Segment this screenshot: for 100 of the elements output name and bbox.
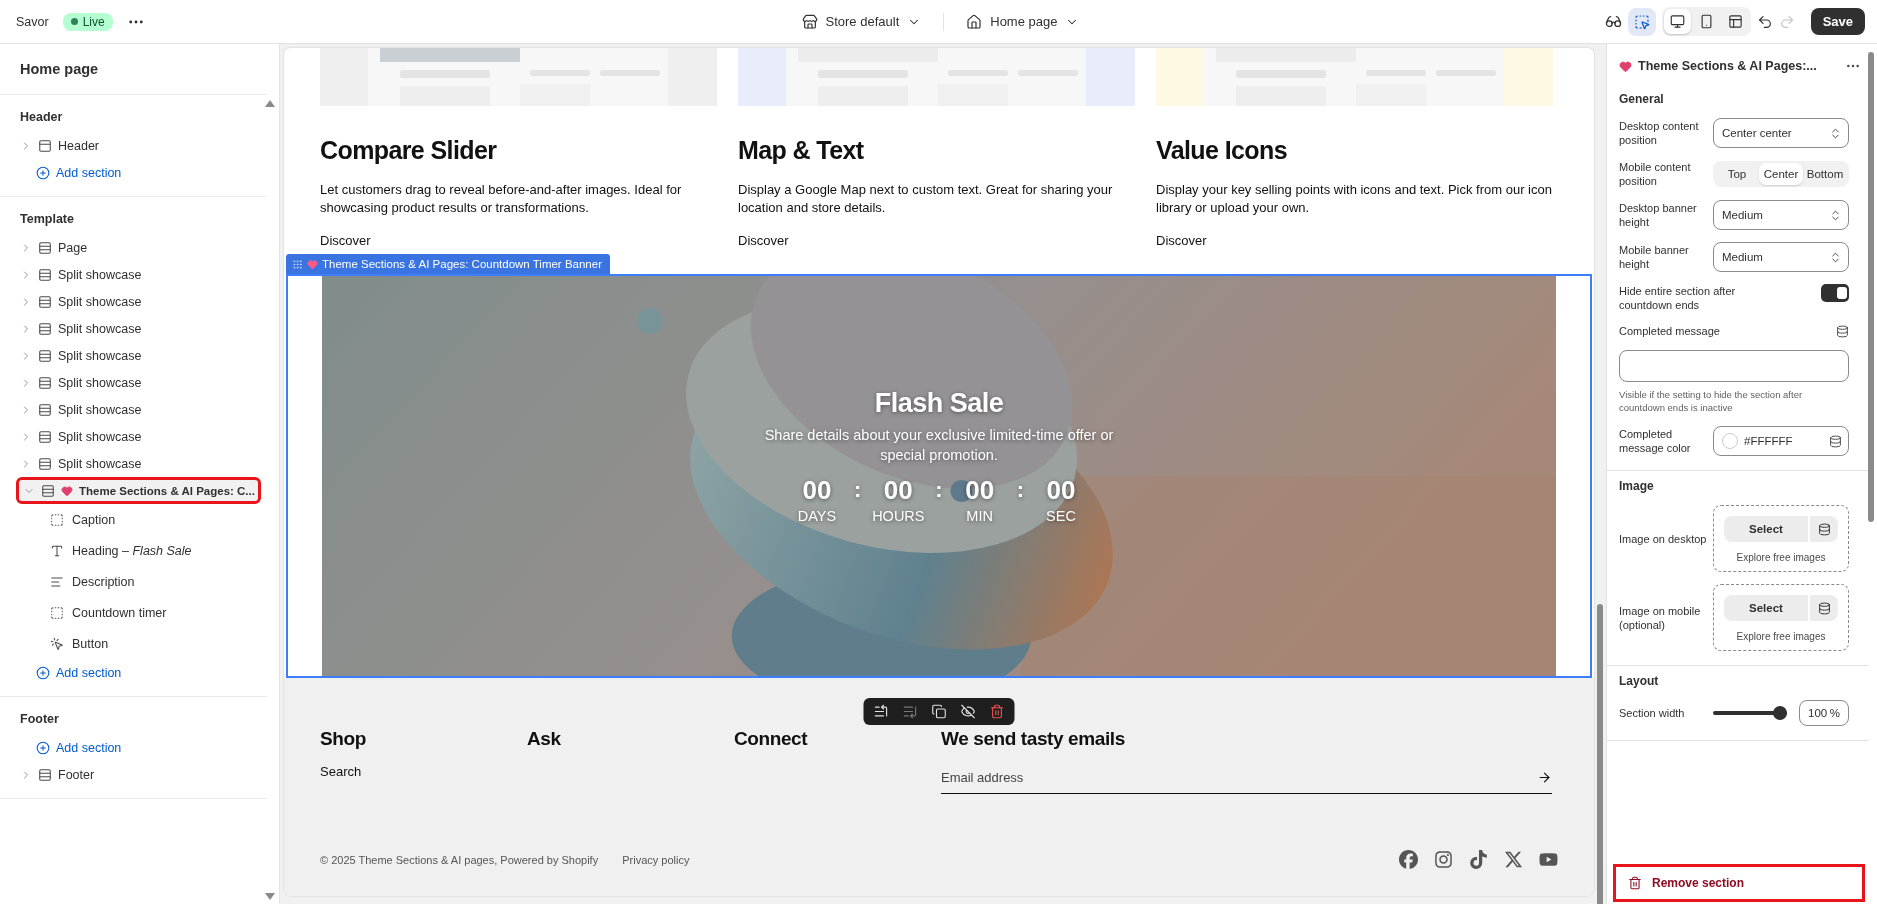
database-button[interactable] xyxy=(1810,595,1838,621)
group-heading: General xyxy=(1619,92,1665,106)
field-label: Image on desktop xyxy=(1619,531,1707,546)
remove-section-button[interactable]: Remove section xyxy=(1613,864,1865,902)
facebook-icon[interactable] xyxy=(1399,850,1418,869)
section-icon xyxy=(38,767,52,782)
move-up-icon[interactable] xyxy=(873,704,889,719)
glasses-icon[interactable] xyxy=(1604,13,1622,30)
discover-link[interactable]: Discover xyxy=(320,233,717,248)
explore-images-link[interactable]: Explore free images xyxy=(1736,552,1826,563)
countdown-separator: : xyxy=(854,477,862,503)
save-button[interactable]: Save xyxy=(1810,8,1865,35)
select-field[interactable]: Medium xyxy=(1713,242,1849,272)
block-item[interactable]: Caption xyxy=(0,504,267,535)
delete-icon[interactable] xyxy=(989,704,1005,719)
privacy-policy-link[interactable]: Privacy policy xyxy=(622,853,690,866)
sidebar-item[interactable]: Page xyxy=(0,234,267,261)
sidebar-item[interactable]: Header xyxy=(0,132,267,159)
number-field[interactable]: 100 % xyxy=(1799,700,1849,726)
tiktok-icon[interactable] xyxy=(1469,850,1488,869)
heart-icon xyxy=(307,258,318,270)
segment-option[interactable]: Top xyxy=(1715,163,1759,185)
section-tag[interactable]: Theme Sections & AI Pages: Countdown Timer Banner xyxy=(286,254,610,274)
feature-title: Value Icons xyxy=(1156,136,1288,165)
store-name: Savor xyxy=(16,14,49,29)
group-heading: Layout xyxy=(1619,674,1660,688)
block-item[interactable]: Description xyxy=(0,566,267,597)
sidebar-item[interactable]: Split showcase xyxy=(0,288,267,315)
text-field[interactable] xyxy=(1619,350,1849,382)
block-item[interactable]: Countdown timer xyxy=(0,597,267,628)
scroll-up-arrow[interactable] xyxy=(265,100,275,107)
email-field[interactable]: Email address xyxy=(941,764,1552,794)
database-button[interactable] xyxy=(1810,516,1838,542)
countdown-label: DAYS xyxy=(797,508,837,524)
add-section-link[interactable]: Add section xyxy=(0,159,267,186)
add-section-link[interactable]: Add section xyxy=(0,734,267,761)
status-badge: Live xyxy=(62,12,113,31)
section-icon xyxy=(38,240,52,255)
dashed-square-icon xyxy=(50,605,64,620)
color-field[interactable]: #FFFFFF xyxy=(1713,426,1849,456)
toggle-switch[interactable] xyxy=(1821,284,1849,302)
footer-link[interactable]: Search xyxy=(320,764,362,779)
block-item[interactable]: Button xyxy=(0,628,267,659)
trash-icon xyxy=(1628,876,1642,890)
section-icon xyxy=(38,348,52,363)
theme-picker[interactable]: Store default xyxy=(793,9,930,34)
sidebar-item[interactable]: Split showcase xyxy=(0,423,267,450)
section-icon xyxy=(38,321,52,336)
undo-icon[interactable] xyxy=(1756,13,1773,30)
sidebar-item[interactable]: Split showcase xyxy=(0,261,267,288)
desktop-view-button[interactable] xyxy=(1663,9,1691,34)
color-swatch[interactable] xyxy=(1722,433,1738,449)
scroll-down-arrow[interactable] xyxy=(265,893,275,900)
page-picker[interactable]: Home page xyxy=(958,9,1088,34)
scrollbar[interactable] xyxy=(1597,604,1603,904)
move-down-icon[interactable] xyxy=(902,704,918,719)
database-icon xyxy=(1817,601,1831,615)
feature-description: Display a Google Map next to custom text. Great for sharing your location and store details. xyxy=(738,181,1114,217)
field-label: Hide entire section after countdown ends xyxy=(1619,284,1737,312)
select-field[interactable]: Center center xyxy=(1713,118,1849,148)
up-down-chevron-icon xyxy=(1829,208,1842,222)
feature-title: Map & Text xyxy=(738,136,865,165)
group-heading: Header xyxy=(20,110,63,124)
hide-icon[interactable] xyxy=(960,704,976,719)
field-label: Desktop banner height xyxy=(1619,201,1698,229)
sidebar-item[interactable]: Split showcase xyxy=(0,450,267,477)
banner-text: Share details about your exclusive limited-time offer or special promotion. xyxy=(763,426,1115,465)
sidebar-item[interactable]: Theme Sections & AI Pages: C... xyxy=(16,477,261,504)
slider-thumb[interactable] xyxy=(1773,706,1787,720)
instagram-icon[interactable] xyxy=(1434,850,1453,869)
sidebar-item[interactable]: Footer xyxy=(0,761,267,788)
sidebar-item[interactable]: Split showcase xyxy=(0,369,267,396)
segment-option[interactable]: Bottom xyxy=(1803,163,1847,185)
add-section-link[interactable]: Add section xyxy=(0,659,267,686)
text-icon xyxy=(50,543,64,558)
select-image-button[interactable]: Select xyxy=(1724,516,1808,542)
segment-option[interactable]: Center xyxy=(1759,163,1803,185)
field-label: Completed message color xyxy=(1619,427,1692,455)
sidebar-item[interactable]: Split showcase xyxy=(0,396,267,423)
group-heading: Image xyxy=(1619,479,1655,493)
discover-link[interactable]: Discover xyxy=(738,233,1135,248)
select-image-button[interactable]: Select xyxy=(1724,595,1808,621)
field-label: Completed message xyxy=(1619,324,1720,338)
arrow-right-icon xyxy=(1537,770,1552,785)
sidebar-item[interactable]: Split showcase xyxy=(0,315,267,342)
select-tool-icon[interactable] xyxy=(1627,7,1656,36)
grip-icon xyxy=(292,258,303,270)
sidebar-item[interactable]: Split showcase xyxy=(0,342,267,369)
scrollbar[interactable] xyxy=(1868,52,1874,522)
discover-link[interactable]: Discover xyxy=(1156,233,1553,248)
select-field[interactable]: Medium xyxy=(1713,200,1849,230)
explore-images-link[interactable]: Explore free images xyxy=(1736,631,1826,642)
section-icon xyxy=(38,375,52,390)
up-down-chevron-icon xyxy=(1829,250,1842,264)
youtube-icon[interactable] xyxy=(1539,850,1558,869)
x-icon[interactable] xyxy=(1504,850,1523,869)
slider[interactable] xyxy=(1713,706,1787,720)
footer-heading: Connect xyxy=(734,728,809,750)
duplicate-icon[interactable] xyxy=(931,704,947,719)
block-item[interactable]: Heading – Flash Sale xyxy=(0,535,267,566)
